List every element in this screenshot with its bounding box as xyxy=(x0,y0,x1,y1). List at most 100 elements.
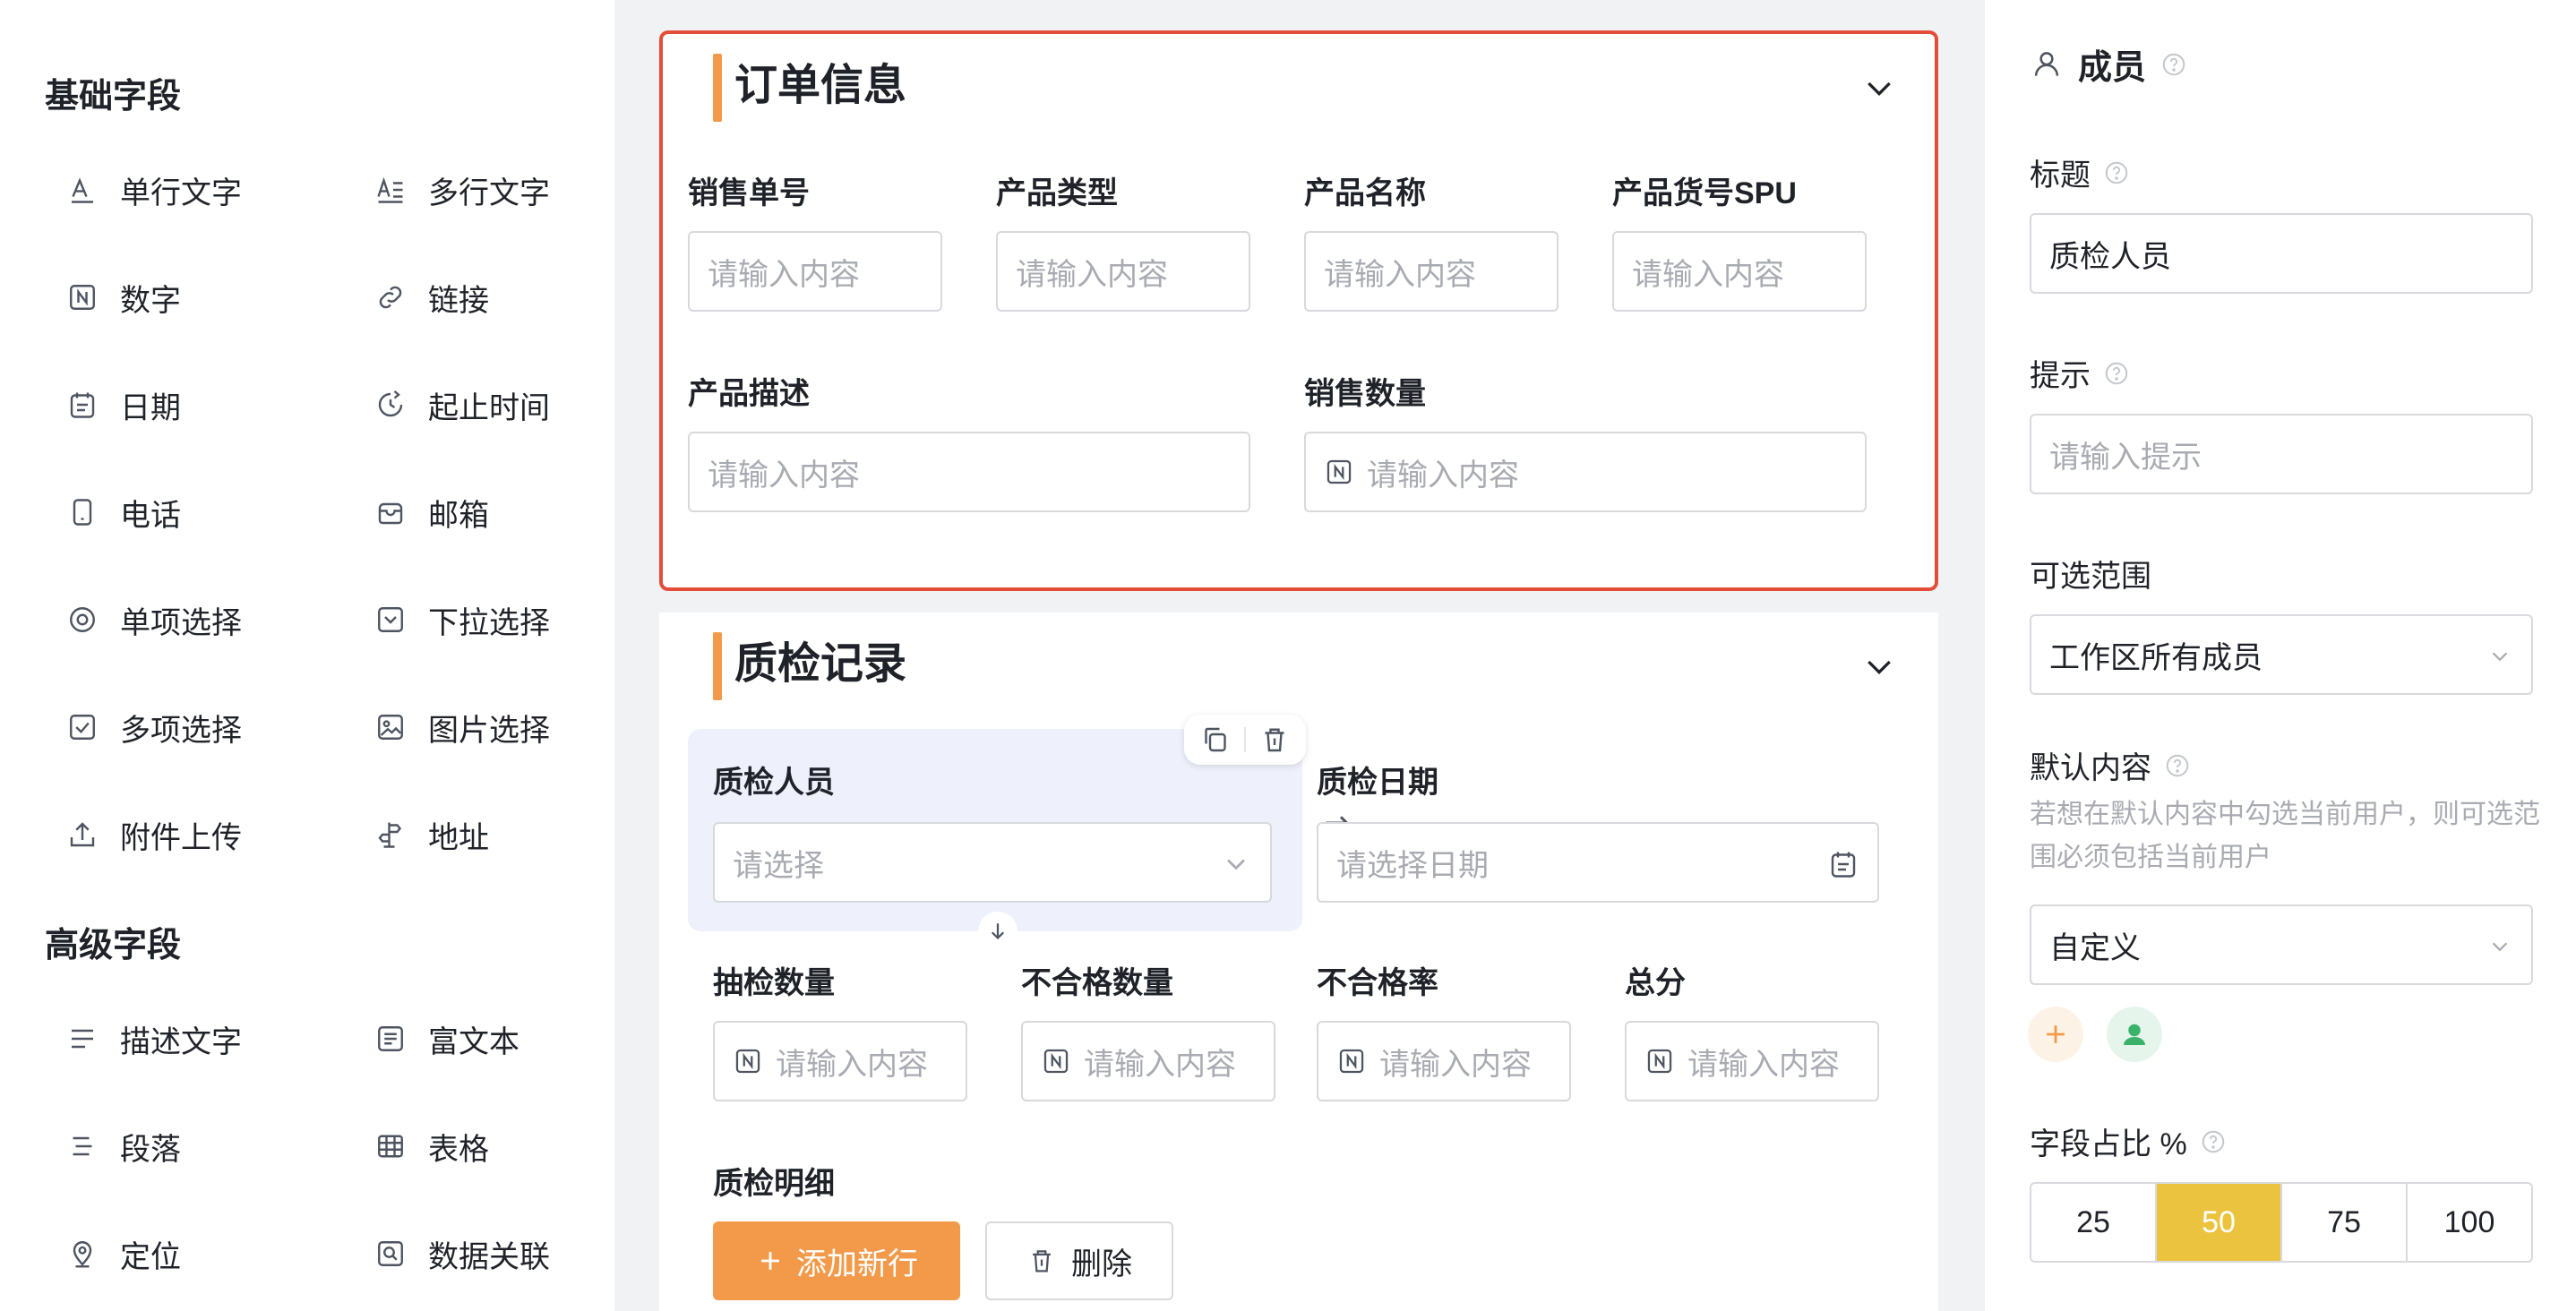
multi-line-text-icon xyxy=(373,172,408,208)
palette-item-dropdown[interactable]: 下拉选择 xyxy=(373,593,550,647)
field-label: 不合格率 xyxy=(1317,966,1438,1000)
hint-label-row: 提示 xyxy=(2030,351,2130,395)
field-palette: 基础字段 单行文字 多行文字 数字 链接 日期 起止时间 电话 邮箱 单项选择 … xyxy=(0,0,614,1311)
sales-quantity-input[interactable]: 请输入内容 xyxy=(1304,432,1867,512)
product-type-input[interactable]: 请输入内容 xyxy=(996,231,1250,312)
user-avatar-icon xyxy=(2124,1024,2145,1045)
product-description-input[interactable]: 请输入内容 xyxy=(688,432,1250,512)
sales-order-number-input[interactable]: 请输入内容 xyxy=(688,231,942,312)
input-placeholder: 请输入内容 xyxy=(1687,1047,1840,1082)
default-value: 自定义 xyxy=(2049,930,2141,965)
add-row-button[interactable]: 添加新行 xyxy=(713,1221,960,1300)
defect-quantity-input[interactable]: 请输入内容 xyxy=(1021,1021,1275,1101)
palette-item-radio[interactable]: 单项选择 xyxy=(64,593,242,647)
palette-item-label: 链接 xyxy=(428,283,489,318)
palette-item-table[interactable]: 表格 xyxy=(373,1119,489,1173)
range-label: 可选范围 xyxy=(2030,560,2151,594)
help-icon[interactable] xyxy=(2103,360,2130,387)
palette-item-time-range[interactable]: 起止时间 xyxy=(373,378,550,432)
hint-placeholder: 请输入提示 xyxy=(2049,440,2202,475)
add-row-label: 添加新行 xyxy=(796,1247,918,1281)
palette-item-location[interactable]: 定位 xyxy=(64,1227,181,1281)
field-label: 质检人员 xyxy=(713,766,835,800)
section-title: 质检记录 xyxy=(734,640,907,688)
add-member-button[interactable] xyxy=(2028,1007,2083,1062)
palette-item-rich-text[interactable]: 富文本 xyxy=(373,1012,519,1066)
width-label: 字段占比 % xyxy=(2030,1127,2187,1161)
chevron-down-icon[interactable] xyxy=(1861,648,1897,684)
move-down-icon[interactable] xyxy=(978,912,1018,951)
address-icon xyxy=(373,817,408,853)
input-placeholder: 请输入内容 xyxy=(1324,257,1476,292)
order-info-section[interactable]: 订单信息 销售单号 请输入内容 产品类型 请输入内容 产品名称 请输入内容 产品… xyxy=(659,30,1938,591)
checkbox-icon xyxy=(64,709,100,745)
title-input[interactable]: 质检人员 xyxy=(2030,213,2533,294)
calendar-icon xyxy=(64,387,100,423)
chevron-down-icon[interactable] xyxy=(1861,70,1897,106)
palette-item-image[interactable]: 图片选择 xyxy=(373,700,550,754)
input-placeholder: 请输入内容 xyxy=(776,1047,928,1082)
delete-button[interactable]: 删除 xyxy=(985,1221,1173,1300)
palette-item-phone[interactable]: 电话 xyxy=(64,485,181,539)
palette-item-mailbox[interactable]: 邮箱 xyxy=(373,485,489,539)
chevron-down-icon xyxy=(1227,859,1245,870)
plus-icon xyxy=(2047,1025,2065,1043)
help-icon[interactable] xyxy=(2164,752,2191,779)
avatar[interactable] xyxy=(2107,1007,2162,1062)
palette-item-label: 定位 xyxy=(120,1239,181,1274)
palette-item-checkbox[interactable]: 多项选择 xyxy=(64,700,242,754)
palette-item-label: 数据关联 xyxy=(428,1239,550,1274)
width-option-50[interactable]: 50 xyxy=(2157,1184,2282,1261)
palette-item-date[interactable]: 日期 xyxy=(64,378,181,432)
hint-input[interactable]: 请输入提示 xyxy=(2030,414,2533,494)
table-icon xyxy=(373,1128,408,1164)
palette-item-description[interactable]: 描述文字 xyxy=(64,1012,242,1066)
palette-item-label: 地址 xyxy=(428,820,489,855)
width-option-25[interactable]: 25 xyxy=(2031,1184,2157,1261)
product-name-input[interactable]: 请输入内容 xyxy=(1304,231,1558,312)
field-label: 产品货号SPU xyxy=(1612,176,1797,210)
width-option-100[interactable]: 100 xyxy=(2408,1184,2531,1261)
chevron-down-icon xyxy=(2492,652,2508,662)
defect-rate-input[interactable]: 请输入内容 xyxy=(1317,1021,1571,1101)
title-label-row: 标题 xyxy=(2030,150,2130,194)
trash-icon xyxy=(1033,1250,1051,1272)
product-spu-input[interactable]: 请输入内容 xyxy=(1612,231,1867,312)
inspection-date-input[interactable]: 请选择日期 xyxy=(1317,822,1879,903)
copy-icon[interactable] xyxy=(1199,724,1232,756)
palette-item-label: 邮箱 xyxy=(428,498,489,533)
palette-item-upload[interactable]: 附件上传 xyxy=(64,808,242,861)
width-option-75[interactable]: 75 xyxy=(2282,1184,2408,1261)
palette-item-multi-line-text[interactable]: 多行文字 xyxy=(373,163,550,217)
section-header: 质检记录 xyxy=(659,613,1938,713)
inspector-select[interactable]: 请选择 xyxy=(713,822,1272,903)
qc-record-section[interactable]: 质检记录 质检人员 请选择 质检日期 请选择日期 抽检数量 请输入内容 不合格数… xyxy=(659,613,1938,1311)
help-icon[interactable] xyxy=(2103,159,2130,186)
help-icon[interactable] xyxy=(2160,51,2187,78)
delete-label: 删除 xyxy=(1071,1247,1132,1281)
input-placeholder: 请输入内容 xyxy=(1632,257,1784,292)
single-line-text-icon xyxy=(64,172,100,208)
palette-item-paragraph[interactable]: 段落 xyxy=(64,1119,181,1173)
palette-item-number[interactable]: 数字 xyxy=(64,270,181,324)
palette-item-label: 富文本 xyxy=(428,1024,519,1059)
trash-icon[interactable] xyxy=(1258,724,1291,756)
palette-item-link[interactable]: 链接 xyxy=(373,270,489,324)
palette-item-address[interactable]: 地址 xyxy=(373,808,489,861)
palette-item-label: 日期 xyxy=(120,390,181,425)
sample-quantity-input[interactable]: 请输入内容 xyxy=(713,1021,967,1101)
palette-item-data-link[interactable]: 数据关联 xyxy=(373,1227,550,1281)
rich-text-icon xyxy=(373,1021,408,1057)
panel-header: 成员 xyxy=(2030,39,2187,89)
basic-fields-title: 基础字段 xyxy=(45,78,182,116)
default-select[interactable]: 自定义 xyxy=(2030,904,2533,985)
mailbox-icon xyxy=(373,494,408,530)
total-score-input[interactable]: 请输入内容 xyxy=(1625,1021,1879,1101)
number-icon xyxy=(1336,1046,1367,1076)
section-header: 订单信息 xyxy=(663,34,1935,134)
palette-item-single-line-text[interactable]: 单行文字 xyxy=(64,163,242,217)
range-select[interactable]: 工作区所有成员 xyxy=(2030,614,2533,695)
help-icon[interactable] xyxy=(2200,1128,2227,1155)
phone-icon xyxy=(64,494,100,530)
palette-item-label: 单项选择 xyxy=(120,605,242,640)
